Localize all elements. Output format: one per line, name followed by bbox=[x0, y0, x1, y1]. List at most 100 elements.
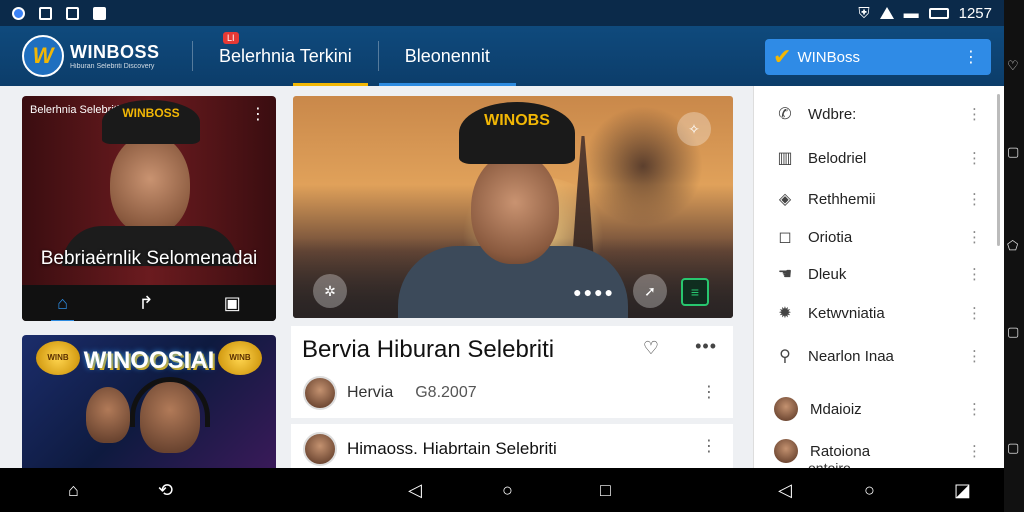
more-vert-icon[interactable]: ⋮ bbox=[967, 304, 982, 322]
more-vert-icon[interactable]: ⋮ bbox=[967, 149, 982, 167]
side-item-sublabel: ontoiro bbox=[808, 460, 851, 468]
article-date: G8.2007 bbox=[415, 384, 477, 401]
article-headline: Himaoss. Hiabrtain Selebriti bbox=[347, 439, 557, 458]
side-item[interactable]: ✹ Ketwvniatia ⋮ bbox=[754, 294, 994, 332]
back-icon[interactable]: ◁ bbox=[778, 480, 792, 501]
article-card[interactable]: Bervia Hiburan Selebriti ♡ ••• Hervia G8… bbox=[291, 326, 733, 418]
heart-icon[interactable]: ♡ bbox=[1007, 58, 1019, 74]
side-item[interactable]: ◈ Rethhemii ⋮ bbox=[754, 180, 994, 218]
brand-account-button[interactable]: ✔ WINBoss ⋮ bbox=[765, 39, 991, 75]
edit-icon[interactable]: ◪ bbox=[954, 480, 971, 501]
more-vert-icon[interactable]: ⋮ bbox=[250, 104, 266, 124]
card-action-bar: ⌂ ↱ ▣ bbox=[22, 285, 276, 321]
back-icon[interactable]: ◁ bbox=[408, 480, 422, 501]
promo-card[interactable]: WINB WINB WINOOSIAI bbox=[22, 335, 276, 468]
more-vert-icon[interactable]: ⋮ bbox=[701, 436, 717, 456]
home-icon[interactable]: ⌂ bbox=[68, 480, 79, 501]
menu-icon[interactable]: ≡ bbox=[681, 278, 709, 306]
wifi-icon: ▬ bbox=[903, 4, 919, 22]
more-vert-icon[interactable]: ⋮ bbox=[701, 382, 717, 402]
side-item[interactable]: Mdaioiz ⋮ bbox=[754, 390, 994, 428]
more-vert-icon[interactable]: ⋮ bbox=[963, 47, 979, 67]
search-icon: ⚲ bbox=[779, 348, 791, 365]
square-icon: ◻ bbox=[778, 229, 792, 246]
headphones-icon bbox=[130, 377, 210, 427]
tab-label: Belerhnia Terkini bbox=[219, 45, 352, 66]
settings-icon[interactable]: ✲ bbox=[313, 274, 347, 308]
square-icon[interactable]: ▢ bbox=[1007, 324, 1019, 340]
celebrity-card[interactable]: Belerhnia Selebriti ⋮ WINBOSS Bebriaėrnl… bbox=[22, 96, 276, 321]
more-vert-icon[interactable]: ⋮ bbox=[967, 265, 982, 283]
shield-icon: ⛨ bbox=[858, 4, 870, 22]
side-item-label: Mdaioiz bbox=[810, 400, 862, 418]
article-headline: Bervia Hiburan Selebriti bbox=[302, 336, 555, 363]
app-bar: W WINBOSS Hiburan Selebriti Discovery LI… bbox=[0, 26, 1004, 86]
dropbox-notification-icon bbox=[93, 6, 106, 20]
home-icon[interactable]: ⌂ bbox=[51, 293, 74, 321]
tab-latest[interactable]: LI Belerhnia Terkini bbox=[193, 26, 378, 86]
side-item-label: Belodriel bbox=[808, 149, 867, 167]
more-horiz-icon[interactable]: ••• bbox=[695, 336, 717, 357]
recents-icon[interactable]: □ bbox=[600, 480, 611, 501]
cap-logo: WINBOSS bbox=[102, 100, 200, 144]
more-vert-icon[interactable]: ⋮ bbox=[967, 190, 982, 208]
cap-logo: WINOBS bbox=[459, 102, 575, 164]
heart-icon[interactable]: ♡ bbox=[643, 338, 659, 359]
side-item-label: Rethhemii bbox=[808, 190, 876, 208]
article-author: Hervia G8.2007 bbox=[303, 376, 477, 410]
battery-icon bbox=[928, 7, 949, 19]
side-item[interactable]: ☚ Dleuk ⋮ bbox=[754, 255, 994, 293]
logo-name: WINBOSS bbox=[70, 42, 160, 62]
side-item[interactable]: ◻ Oriotia ⋮ bbox=[754, 218, 994, 256]
pentagon-icon[interactable]: ⬠ bbox=[1007, 238, 1018, 254]
author-name: Hervia bbox=[347, 384, 394, 401]
article-card[interactable]: Himaoss. Hiabrtain Selebriti ⋮ bbox=[291, 424, 733, 468]
logo-tagline: Hiburan Selebriti Discovery bbox=[70, 63, 155, 70]
side-item-label: Nearlon Inaa bbox=[808, 347, 894, 365]
winboss-logo-icon: W bbox=[22, 35, 64, 77]
more-vert-icon[interactable]: ⋮ bbox=[967, 442, 982, 460]
assistant-icon[interactable]: ○ bbox=[864, 480, 875, 501]
save-icon[interactable]: ▣ bbox=[224, 293, 241, 314]
signal-icon bbox=[879, 7, 894, 19]
promo-title: WINOOSIAI bbox=[83, 347, 215, 374]
more-vert-icon[interactable]: ⋮ bbox=[967, 400, 982, 418]
scrollbar[interactable] bbox=[997, 94, 1000, 246]
avatar bbox=[774, 397, 798, 421]
home-circle-icon[interactable]: ○ bbox=[502, 480, 513, 501]
more-horiz-icon[interactable]: ●●●● bbox=[573, 284, 615, 300]
image-notification-icon bbox=[39, 6, 52, 20]
card-title: Bebriaėrnlik Selomenadai bbox=[40, 248, 258, 269]
brand-label: WINBoss bbox=[797, 48, 860, 66]
bookmark-icon[interactable]: ✧ bbox=[677, 112, 711, 146]
app-logo[interactable]: W WINBOSS Hiburan Selebriti Discovery bbox=[22, 35, 192, 77]
thumb-icon: ☚ bbox=[777, 266, 793, 283]
phone-icon: ✆ bbox=[778, 106, 792, 123]
side-item-label: Wdbre: bbox=[808, 105, 857, 123]
share-icon[interactable]: ➚ bbox=[633, 274, 667, 308]
tab-second[interactable]: Bleonennit bbox=[378, 26, 516, 86]
chart-icon: ▥ bbox=[777, 150, 793, 167]
tab-label: Bleonennit bbox=[404, 45, 490, 66]
more-vert-icon[interactable]: ⋮ bbox=[967, 228, 982, 246]
share-icon[interactable]: ↱ bbox=[138, 293, 153, 314]
brand-check-icon: ✔ bbox=[773, 44, 792, 69]
more-vert-icon[interactable]: ⋮ bbox=[967, 347, 982, 365]
square-icon[interactable]: ▢ bbox=[1007, 440, 1019, 456]
hero-image[interactable]: WINOBS ✧ ✲ ●●●● ➚ ≡ bbox=[293, 96, 733, 318]
gear-icon: ✹ bbox=[778, 305, 792, 322]
more-vert-icon[interactable]: ⋮ bbox=[967, 105, 982, 123]
side-item[interactable]: ▥ Belodriel ⋮ bbox=[754, 139, 994, 177]
celebrity-photo bbox=[110, 134, 190, 234]
status-bar: ⛨ ▬ 1257 bbox=[0, 0, 1004, 26]
side-item[interactable]: Ratoiona ⋮ bbox=[754, 432, 994, 468]
main-content: Belerhnia Selebriti ⋮ WINBOSS Bebriaėrnl… bbox=[0, 86, 1004, 468]
navigation-bar: ⌂ ⟲ ◁ ○ □ ◁ ○ ◪ bbox=[0, 468, 1004, 512]
side-item-label: Ketwvniatia bbox=[808, 304, 885, 322]
side-item[interactable]: ✆ Wdbre: ⋮ bbox=[754, 95, 994, 133]
side-item-label: Ratoiona bbox=[810, 442, 871, 460]
search-icon[interactable]: ⟲ bbox=[158, 480, 173, 501]
tab-badge: LI bbox=[223, 32, 239, 44]
square-icon[interactable]: ▢ bbox=[1007, 144, 1019, 160]
side-item[interactable]: ⚲ Nearlon Inaa ⋮ bbox=[754, 337, 994, 375]
